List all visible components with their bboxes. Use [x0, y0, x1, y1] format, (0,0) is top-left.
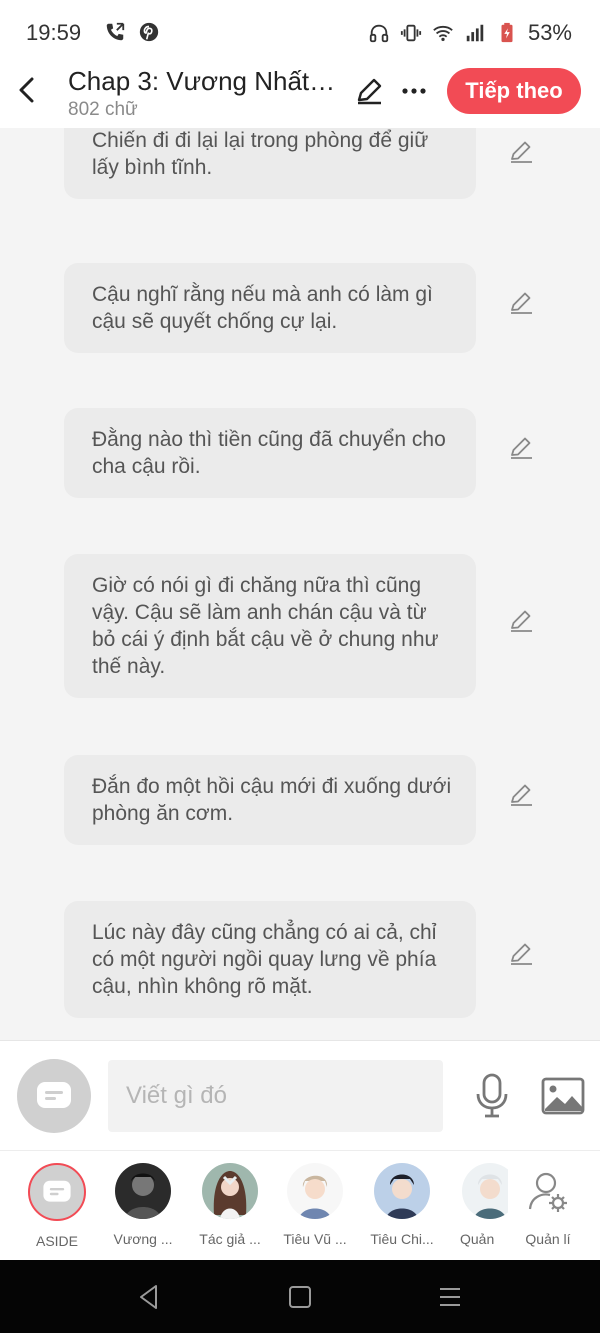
- character-tieu-chien[interactable]: Tiêu Chi...: [362, 1163, 442, 1247]
- character-aside[interactable]: ASIDE: [17, 1163, 97, 1249]
- character-label: Tác giả ...: [199, 1231, 261, 1247]
- nav-home-icon[interactable]: [287, 1284, 313, 1310]
- edit-title-icon[interactable]: [354, 76, 384, 106]
- pinterest-icon: [139, 22, 159, 42]
- message-bubble[interactable]: Giờ có nói gì đi chăng nữa thì cũng vậy.…: [64, 554, 476, 698]
- more-dots-icon: [402, 88, 426, 94]
- edit-message-icon[interactable]: [506, 287, 536, 317]
- word-count: 802 chữ: [68, 99, 138, 120]
- character-label: ASIDE: [35, 1233, 78, 1249]
- avatar: [374, 1163, 430, 1219]
- character-vuong[interactable]: Vương ...: [103, 1163, 183, 1247]
- edit-message-icon[interactable]: [506, 605, 536, 635]
- status-bar: 19:59 53%: [0, 0, 600, 66]
- system-nav-bar: [0, 1260, 600, 1333]
- character-bar: ASIDE Vương ... Tác giả ... Tiêu Vũ ... …: [0, 1150, 600, 1261]
- message-bubble[interactable]: Lúc này đây cũng chẳng có ai cả, chỉ có …: [64, 901, 476, 1018]
- character-label: Tiêu Vũ ...: [283, 1231, 347, 1247]
- message-bubble[interactable]: Đắn đo một hồi cậu mới đi xuống dưới phò…: [64, 755, 476, 845]
- avatar: [115, 1163, 171, 1219]
- signal-icon: [466, 24, 484, 42]
- avatar: [287, 1163, 343, 1219]
- aside-toggle-button[interactable]: [17, 1059, 91, 1133]
- battery-percent: 53%: [527, 20, 572, 45]
- editor-header: Chap 3: Vương Nhất ... 802 chữ Tiếp theo: [0, 66, 600, 128]
- aside-message-icon: [37, 1082, 71, 1108]
- aside-message-icon: [43, 1180, 71, 1202]
- chapter-title[interactable]: Chap 3: Vương Nhất ...: [68, 66, 338, 97]
- avatar: [462, 1163, 508, 1219]
- character-label: Quản lí: [525, 1231, 571, 1247]
- character-label: Vương ...: [113, 1231, 173, 1247]
- character-label: Quản: [460, 1231, 495, 1247]
- more-options-button[interactable]: [400, 76, 428, 106]
- avatar: [202, 1163, 258, 1219]
- message-list[interactable]: Người quản gia trở xuống nhà, và Tiêu Ch…: [0, 128, 600, 1040]
- edit-message-icon[interactable]: [506, 779, 536, 809]
- chevron-left-icon: [19, 77, 34, 103]
- edit-message-icon[interactable]: [506, 136, 536, 166]
- back-button[interactable]: [14, 76, 40, 104]
- aside-avatar: [28, 1163, 86, 1221]
- headphones-icon: [369, 24, 389, 43]
- edit-message-icon[interactable]: [506, 938, 536, 968]
- manage-characters-button[interactable]: Quản lí: [508, 1163, 588, 1247]
- microphone-icon[interactable]: [473, 1073, 511, 1119]
- nav-recents-icon[interactable]: [437, 1284, 463, 1310]
- message-bubble[interactable]: Cậu nghĩ rằng nếu mà anh có làm gì cậu s…: [64, 263, 476, 353]
- message-bubble[interactable]: Đằng nào thì tiền cũng đã chuyển cho cha…: [64, 408, 476, 498]
- message-input[interactable]: [108, 1060, 443, 1132]
- character-author[interactable]: Tác giả ...: [190, 1163, 270, 1247]
- battery-icon: [501, 22, 513, 43]
- composer-bar: [0, 1040, 600, 1151]
- image-upload-icon[interactable]: [541, 1077, 585, 1115]
- phone-call-icon: [106, 22, 125, 41]
- nav-back-icon[interactable]: [136, 1284, 162, 1310]
- edit-message-icon[interactable]: [506, 432, 536, 462]
- wifi-icon: [433, 25, 453, 42]
- character-label: Tiêu Chi...: [370, 1231, 434, 1247]
- next-button[interactable]: Tiếp theo: [447, 68, 581, 114]
- character-quan[interactable]: Quản: [448, 1163, 508, 1247]
- character-tieu-vu[interactable]: Tiêu Vũ ...: [275, 1163, 355, 1247]
- vibrate-icon: [400, 24, 422, 42]
- status-time: 19:59: [26, 20, 82, 45]
- manage-characters-icon: [520, 1163, 576, 1219]
- message-bubble[interactable]: Người quản gia trở xuống nhà, và Tiêu Ch…: [64, 128, 476, 199]
